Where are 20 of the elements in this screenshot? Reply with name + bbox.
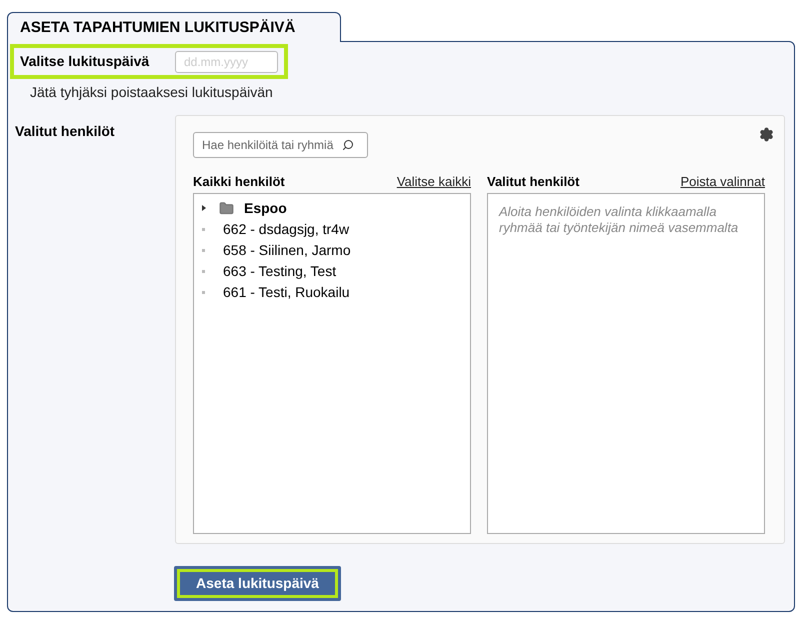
- person-item[interactable]: 658 - Siilinen, Jarmo: [223, 240, 351, 260]
- submit-button[interactable]: Aseta lukituspäivä: [174, 566, 341, 601]
- list-title: Valitut henkilöt: [487, 173, 580, 191]
- people-label: Valitut henkilöt: [15, 122, 116, 141]
- person-item[interactable]: 662 - dsdagsjg, tr4w: [223, 218, 350, 240]
- group-item[interactable]: Espoo: [244, 198, 287, 218]
- expand-icon[interactable]: [202, 205, 206, 211]
- search-icon: [342, 139, 354, 151]
- panel-tab[interactable]: ASETA TAPAHTUMIEN LUKITUSPÄIVÄ: [7, 12, 341, 42]
- date-label: Valitse lukituspäivä: [20, 52, 150, 71]
- clear-selection-link[interactable]: Poista valinnat: [680, 172, 765, 192]
- date-hint: Jätä tyhjäksi poistaaksesi lukituspäivän: [30, 83, 274, 102]
- person-item[interactable]: 661 - Testi, Ruokailu: [223, 282, 350, 302]
- list-title: Kaikki henkilöt: [193, 173, 285, 191]
- person-item[interactable]: 663 - Testing, Test: [223, 260, 336, 282]
- settings-icon[interactable]: [759, 127, 774, 142]
- search-field[interactable]: Hae henkilöitä tai ryhmiä: [193, 132, 368, 158]
- select-all-link[interactable]: Valitse kaikki: [396, 172, 471, 192]
- empty-message: Aloita henkilöiden valinta klikkaamalla ryhmää tai työntekijän nimeä vasemmalta: [499, 204, 740, 236]
- folder-icon: [218, 200, 235, 216]
